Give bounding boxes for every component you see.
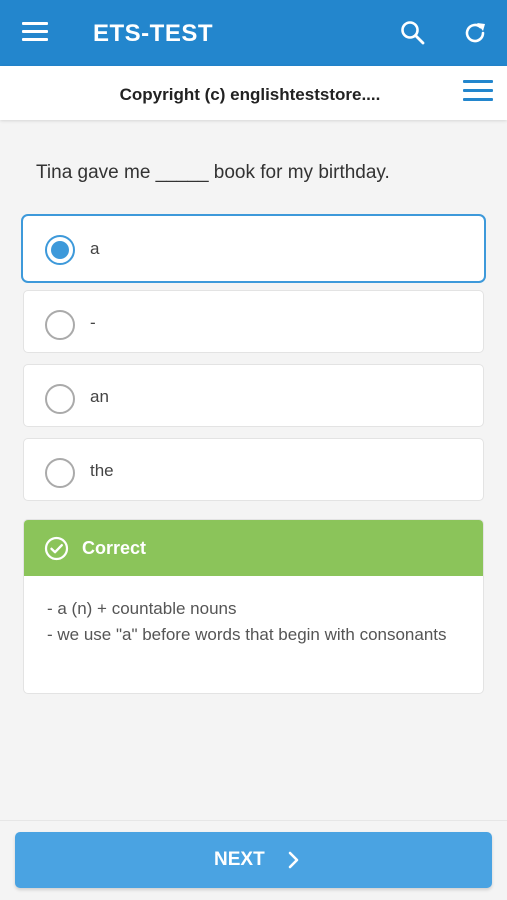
result-card: Correct - a (n) + countable nouns - we u… — [23, 519, 484, 694]
copyright-text: Copyright (c) englishteststore.... — [119, 85, 381, 104]
next-button[interactable]: NEXT — [15, 832, 492, 888]
search-icon[interactable] — [400, 20, 426, 46]
hamburger-menu-icon[interactable] — [22, 22, 48, 42]
explanation-line: - a (n) + countable nouns — [47, 599, 237, 618]
result-status: Correct — [82, 538, 147, 558]
radio-unselected-icon[interactable] — [45, 458, 75, 488]
option-label: an — [90, 387, 109, 406]
answer-option-dash[interactable]: - — [23, 290, 484, 353]
chevron-right-icon — [288, 851, 299, 869]
list-icon[interactable] — [463, 80, 493, 104]
check-circle-icon — [44, 536, 69, 561]
question-text: Tina gave me _____ book for my birthday. — [36, 162, 390, 183]
answer-option-a[interactable]: a — [21, 214, 486, 283]
radio-selected-icon[interactable] — [45, 235, 75, 265]
explanation-line: - we use "a" before words that begin wit… — [47, 625, 447, 644]
copyright-bar: Copyright (c) englishteststore.... — [0, 66, 507, 120]
refresh-icon[interactable] — [462, 20, 488, 46]
option-label: a — [90, 239, 100, 258]
app-bar: ETS-TEST — [0, 0, 507, 66]
option-label: - — [90, 313, 96, 332]
answer-option-the[interactable]: the — [23, 438, 484, 501]
app-title: ETS-TEST — [93, 20, 214, 47]
option-label: the — [90, 461, 114, 480]
radio-unselected-icon[interactable] — [45, 384, 75, 414]
explanation: - a (n) + countable nouns - we use "a" b… — [47, 596, 467, 648]
answer-option-an[interactable]: an — [23, 364, 484, 427]
radio-unselected-icon[interactable] — [45, 310, 75, 340]
next-label: NEXT — [214, 849, 265, 870]
result-header: Correct — [24, 520, 483, 576]
